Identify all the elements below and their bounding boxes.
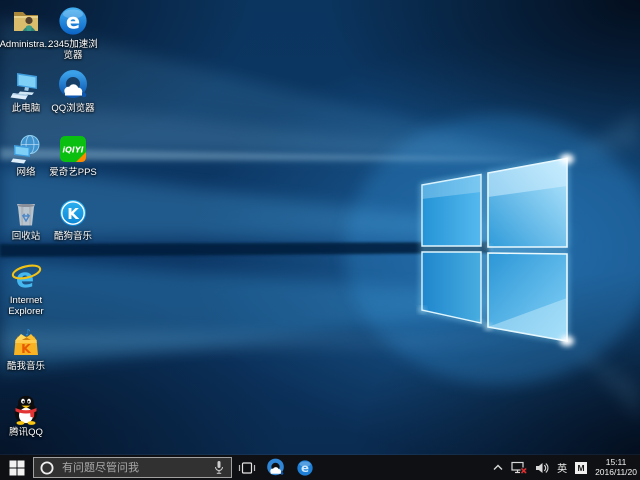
start-button[interactable] <box>0 455 33 480</box>
qq-browser-icon <box>57 69 89 101</box>
svg-text:K: K <box>67 205 80 223</box>
network-disconnected-icon <box>511 461 527 474</box>
taskbar-2345-browser-button[interactable]: e <box>290 455 319 480</box>
recycle-bin-icon <box>10 197 42 229</box>
internet-explorer-icon: e <box>10 261 42 293</box>
icon-label-line2: 览器 <box>63 50 82 61</box>
this-pc-icon <box>10 69 42 101</box>
search-input[interactable] <box>60 461 207 475</box>
icon-label: 回收站 <box>12 231 41 242</box>
icon-label: 腾讯QQ <box>9 427 43 438</box>
language-indicator[interactable]: 英 <box>557 460 567 475</box>
chevron-up-icon <box>493 464 503 471</box>
icon-label: 2345加速浏 <box>48 39 98 50</box>
desktop-icon-kugou-music[interactable]: K 酷狗音乐 <box>44 197 102 242</box>
desktop-icon-qq-browser[interactable]: QQ浏览器 <box>44 69 102 114</box>
icon-label: QQ浏览器 <box>51 103 94 114</box>
taskbar-qq-browser-button[interactable] <box>261 455 290 480</box>
iqiyi-pps-icon: iQIYI <box>57 133 89 165</box>
taskbar-clock[interactable]: 15:11 2016/11/20 <box>595 458 637 477</box>
svg-text:K: K <box>21 341 32 356</box>
show-hidden-icons-button[interactable] <box>493 464 503 471</box>
desktop-icon-kuwo-music[interactable]: K ♪ 酷我音乐 <box>0 327 55 372</box>
icon-label: 网络 <box>16 167 35 178</box>
ime-badge[interactable]: M <box>575 462 587 474</box>
speaker-icon <box>535 462 549 474</box>
user-folder-icon <box>10 5 42 37</box>
tencent-qq-icon <box>10 393 42 425</box>
svg-text:e: e <box>300 461 308 475</box>
icon-label: 爱奇艺PPS <box>49 167 97 178</box>
microphone-icon[interactable] <box>213 460 225 475</box>
desktop-icon-internet-explorer[interactable]: e Internet Explorer <box>0 261 55 317</box>
browser-2345-taskbar-icon: e <box>296 459 314 477</box>
windows-desktop: Administra... 此电脑 网络 <box>0 0 640 480</box>
task-view-button[interactable] <box>232 455 261 480</box>
task-view-icon <box>238 461 256 475</box>
desktop-icon-2345-browser[interactable]: e 2345加速浏 览器 <box>44 5 102 61</box>
network-status-button[interactable] <box>511 461 527 474</box>
desktop-icon-iqiyi-pps[interactable]: iQIYI 爱奇艺PPS <box>44 133 102 178</box>
svg-text:e: e <box>66 10 80 34</box>
browser-2345-icon: e <box>57 5 89 37</box>
svg-text:♪: ♪ <box>25 329 31 339</box>
volume-button[interactable] <box>535 462 549 474</box>
icon-label: 酷狗音乐 <box>54 231 92 242</box>
windows-logo-icon <box>9 460 25 476</box>
kuwo-music-icon: K ♪ <box>10 327 42 359</box>
system-tray: 英 M 15:11 2016/11/20 <box>493 458 640 477</box>
cortana-icon <box>40 461 54 475</box>
taskbar: e <box>0 455 640 480</box>
desktop-icon-tencent-qq[interactable]: 腾讯QQ <box>0 393 55 438</box>
icon-label: 此电脑 <box>12 103 41 114</box>
icon-label: Internet <box>10 295 42 306</box>
icon-label-line2: Explorer <box>8 306 43 317</box>
clock-date: 2016/11/20 <box>595 468 637 478</box>
qq-browser-taskbar-icon <box>266 458 285 477</box>
taskbar-search[interactable] <box>33 457 232 478</box>
svg-text:iQIYI: iQIYI <box>62 146 83 155</box>
kugou-music-icon: K <box>57 197 89 229</box>
icon-label: 酷我音乐 <box>7 361 45 372</box>
network-icon <box>10 133 42 165</box>
